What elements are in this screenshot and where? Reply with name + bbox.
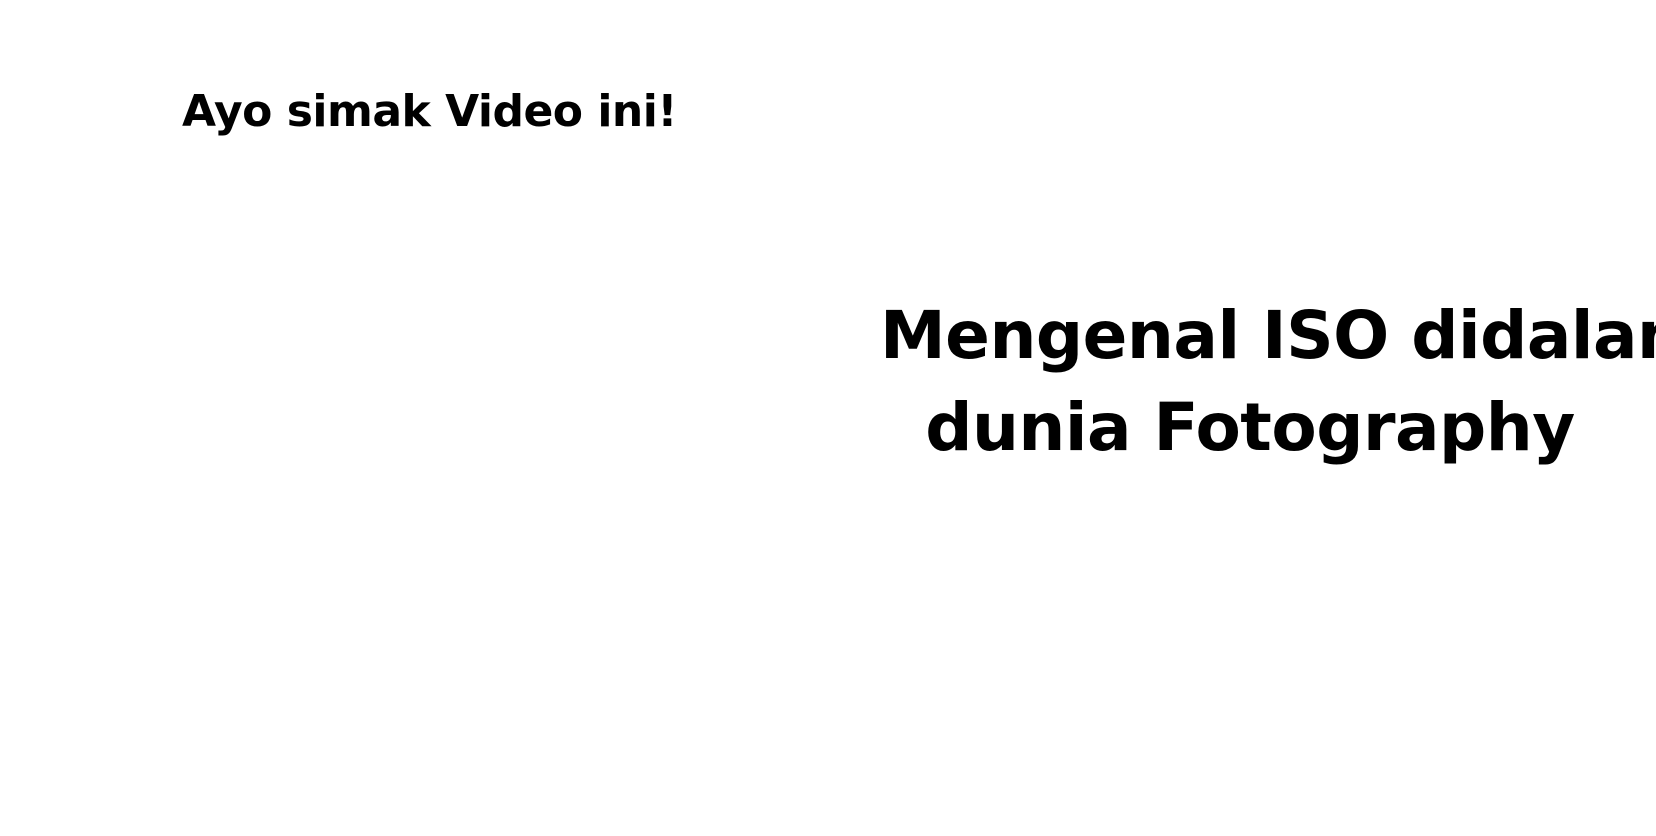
title-line-1: Mengenal ISO didalam <box>880 297 1656 374</box>
intro-text: Ayo simak Video ini! <box>182 86 677 137</box>
slide-title: Mengenal ISO didalam dunia Fotography <box>880 290 1656 474</box>
slide-canvas: Ayo simak Video ini! Mengenal ISO didala… <box>0 0 1656 836</box>
title-line-2: dunia Fotography <box>925 389 1575 466</box>
